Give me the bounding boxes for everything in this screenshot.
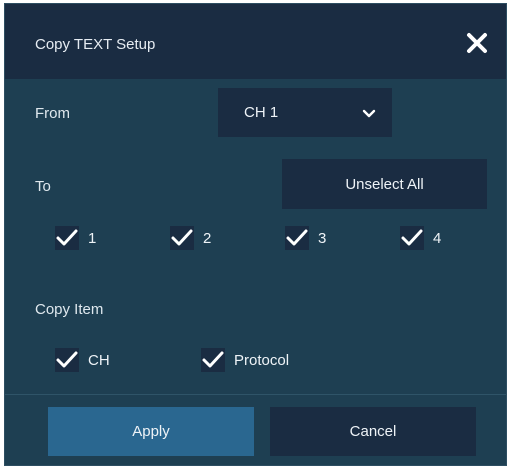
copy-item-label: Copy Item bbox=[35, 301, 104, 318]
checkbox-checked-icon bbox=[400, 226, 424, 250]
from-channel-dropdown[interactable]: CH 1 bbox=[218, 88, 392, 137]
cancel-label: Cancel bbox=[349, 423, 397, 440]
copy-text-setup-dialog: Copy TEXT Setup From CH 1 To Unselect Al… bbox=[4, 3, 507, 466]
dialog-title: Copy TEXT Setup bbox=[35, 36, 156, 53]
apply-label: Apply bbox=[132, 423, 170, 440]
channel-1-checkbox[interactable]: 1 bbox=[55, 226, 96, 250]
footer-divider bbox=[5, 394, 506, 395]
unselect-all-label: Unselect All bbox=[345, 175, 424, 193]
dialog-titlebar: Copy TEXT Setup bbox=[5, 4, 506, 79]
to-label: To bbox=[35, 178, 51, 195]
channel-3-checkbox[interactable]: 3 bbox=[285, 226, 326, 250]
unselect-all-button[interactable]: Unselect All bbox=[282, 159, 487, 209]
copy-item-ch-label: CH bbox=[88, 351, 110, 369]
close-icon[interactable] bbox=[464, 30, 490, 56]
copy-item-protocol-checkbox[interactable]: Protocol bbox=[201, 348, 289, 372]
channel-2-label: 2 bbox=[203, 229, 212, 247]
channel-4-label: 4 bbox=[433, 229, 442, 247]
checkbox-checked-icon bbox=[55, 348, 79, 372]
channel-2-checkbox[interactable]: 2 bbox=[170, 226, 211, 250]
channel-4-checkbox[interactable]: 4 bbox=[400, 226, 441, 250]
chevron-down-icon bbox=[362, 107, 376, 119]
checkbox-checked-icon bbox=[285, 226, 309, 250]
checkbox-checked-icon bbox=[170, 226, 194, 250]
apply-button[interactable]: Apply bbox=[48, 407, 254, 456]
cancel-button[interactable]: Cancel bbox=[270, 407, 476, 456]
checkbox-checked-icon bbox=[55, 226, 79, 250]
checkbox-checked-icon bbox=[201, 348, 225, 372]
copy-item-ch-checkbox[interactable]: CH bbox=[55, 348, 110, 372]
from-channel-value: CH 1 bbox=[244, 104, 279, 121]
channel-1-label: 1 bbox=[88, 229, 97, 247]
copy-item-protocol-label: Protocol bbox=[234, 351, 290, 369]
channel-3-label: 3 bbox=[318, 229, 327, 247]
from-label: From bbox=[35, 105, 70, 122]
